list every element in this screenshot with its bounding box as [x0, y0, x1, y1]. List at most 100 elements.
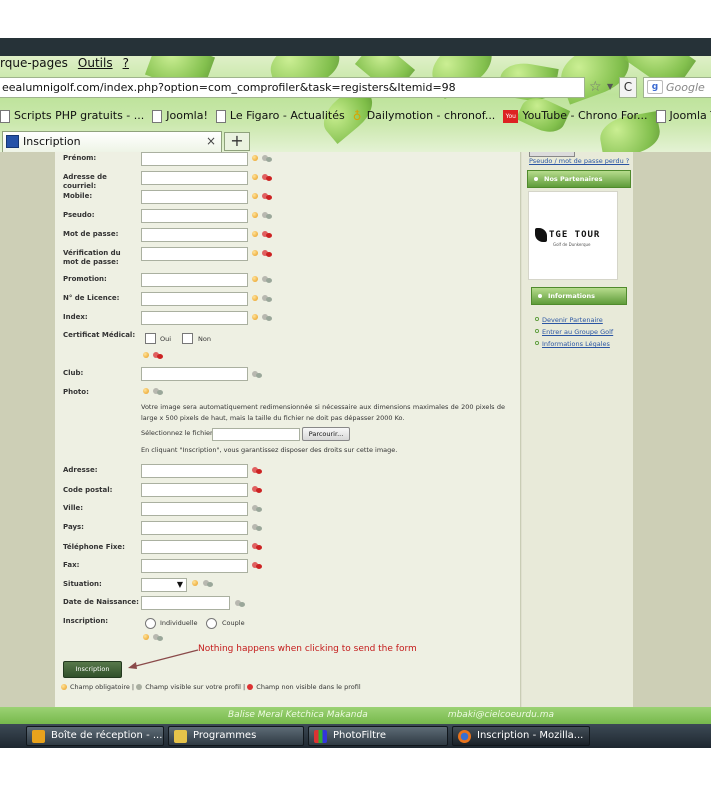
field-input[interactable]	[141, 483, 248, 497]
browse-button[interactable]: Parcourir...	[302, 427, 350, 441]
visible-field-icon	[262, 154, 272, 162]
field-input[interactable]	[141, 311, 248, 325]
field-input[interactable]	[141, 228, 248, 242]
certificat-oui-checkbox[interactable]	[145, 333, 156, 344]
hidden-field-icon	[252, 485, 262, 493]
inscription-submit-button[interactable]: Inscription	[63, 661, 122, 678]
field-input[interactable]	[141, 559, 248, 573]
menu-bookmarks[interactable]: rque-pages	[0, 56, 68, 70]
url-dropdown-icon[interactable]: ▼	[607, 78, 619, 96]
hidden-field-icon	[262, 230, 272, 238]
annotation-note: Nothing happens when clicking to send th…	[198, 644, 417, 654]
hidden-field-icon	[262, 249, 272, 257]
visible-field-icon	[262, 275, 272, 283]
bookmark-star-icon[interactable]: ☆	[589, 78, 607, 96]
field-input[interactable]	[141, 171, 248, 185]
hidden-field-icon	[153, 351, 163, 359]
field-input[interactable]	[141, 152, 248, 166]
hidden-field-icon	[262, 192, 272, 200]
logo-text: TGE TOUR	[549, 230, 601, 240]
field-label: N° de Licence:	[63, 294, 120, 302]
taskbar-item-photofiltre[interactable]: PhotoFiltre	[308, 726, 448, 746]
field-input[interactable]	[141, 464, 248, 478]
address-bar[interactable]: eealumnigolf.com/index.php?option=com_co…	[0, 77, 585, 98]
visible-field-icon	[262, 313, 272, 321]
field-input[interactable]	[141, 247, 248, 261]
close-tab-icon[interactable]: ×	[206, 134, 218, 148]
bookmark-item[interactable]: Le Figaro - Actualités	[215, 106, 345, 126]
bottom-blank-area	[0, 748, 711, 800]
visible-field-icon	[262, 294, 272, 302]
birthdate-label: Date de Naissance:	[63, 598, 139, 606]
club-input[interactable]	[141, 367, 248, 381]
field-input[interactable]	[141, 190, 248, 204]
lost-password-link[interactable]: Pseudo / mot de passe perdu ?	[529, 157, 629, 166]
link-devenir-partenaire[interactable]: Devenir Partenaire	[542, 315, 603, 325]
visible-field-icon	[153, 633, 163, 641]
situation-label: Situation:	[63, 580, 102, 588]
bullet-icon	[535, 329, 539, 333]
required-icon	[252, 250, 258, 256]
visible-field-icon	[252, 504, 262, 512]
visible-field-icon	[252, 523, 262, 531]
situation-select[interactable]: ▼	[141, 578, 187, 592]
bookmark-item[interactable]: Joomla Templates - F	[655, 106, 711, 126]
search-box[interactable]: g Google	[643, 77, 711, 98]
required-icon	[252, 231, 258, 237]
certificat-oui-label: Oui	[160, 335, 172, 343]
bullet-icon	[538, 294, 542, 298]
file-path-input[interactable]	[212, 428, 300, 441]
required-icon	[252, 276, 258, 282]
bookmark-item[interactable]: You YouTube - Chrono For...	[503, 106, 648, 126]
search-placeholder: Google	[666, 81, 705, 94]
couple-label: Couple	[222, 619, 245, 627]
certificat-non-checkbox[interactable]	[182, 333, 193, 344]
required-icon	[143, 352, 149, 358]
partners-header: Nos Partenaires	[527, 170, 631, 188]
partner-logo[interactable]: TGE TOUR Golf de Dunkerque	[528, 191, 618, 280]
required-icon	[252, 212, 258, 218]
taskbar-item-mail[interactable]: Boîte de réception - ...	[26, 726, 164, 746]
visible-field-icon	[262, 211, 272, 219]
required-icon	[143, 634, 149, 640]
visible-field-icon	[235, 599, 245, 607]
field-input[interactable]	[141, 292, 248, 306]
birthdate-input[interactable]	[141, 596, 230, 610]
field-legend: Champ obligatoire | Champ visible sur vo…	[61, 682, 361, 692]
required-icon	[252, 174, 258, 180]
page-icon	[655, 109, 666, 123]
menu-help[interactable]: ?	[123, 56, 129, 70]
new-tab-button[interactable]: +	[224, 132, 250, 151]
required-icon	[252, 193, 258, 199]
field-input[interactable]	[141, 540, 248, 554]
reload-icon[interactable]: C	[619, 77, 637, 98]
link-informations-legales[interactable]: Informations Légales	[542, 339, 610, 349]
golfer-icon	[535, 228, 547, 242]
photo-label: Photo:	[63, 388, 89, 396]
taskbar-item-programmes[interactable]: Programmes	[168, 726, 304, 746]
page-footer: Balise Meral Ketchica Makanda mbaki@ciel…	[0, 707, 711, 724]
bookmark-item[interactable]: ♁ Dailymotion - chronof...	[353, 106, 496, 126]
field-input[interactable]	[141, 209, 248, 223]
photo-description: Votre image sera automatiquement redimen…	[141, 403, 505, 422]
link-groupe-golf[interactable]: Entrer au Groupe Golf	[542, 327, 613, 337]
bookmark-item[interactable]: Joomla!	[152, 106, 208, 126]
menu-tools[interactable]: Outils	[78, 56, 113, 70]
field-input[interactable]	[141, 502, 248, 516]
tab-inscription[interactable]: Inscription	[2, 131, 222, 152]
bookmark-item[interactable]: Scripts PHP gratuits - ...	[0, 106, 144, 126]
couple-radio[interactable]	[206, 618, 217, 629]
club-label: Club:	[63, 369, 84, 377]
field-label: Pays:	[63, 523, 84, 531]
field-label: Prénom:	[63, 154, 97, 162]
field-input[interactable]	[141, 273, 248, 287]
taskbar-item-firefox[interactable]: Inscription - Mozilla...	[452, 726, 590, 746]
field-input[interactable]	[141, 521, 248, 535]
site-favicon-icon	[6, 135, 19, 148]
field-label: Mot de passe:	[63, 230, 119, 238]
required-icon	[143, 388, 149, 394]
right-margin	[633, 152, 711, 707]
field-label: Ville:	[63, 504, 84, 512]
required-icon	[252, 155, 258, 161]
individuelle-radio[interactable]	[145, 618, 156, 629]
